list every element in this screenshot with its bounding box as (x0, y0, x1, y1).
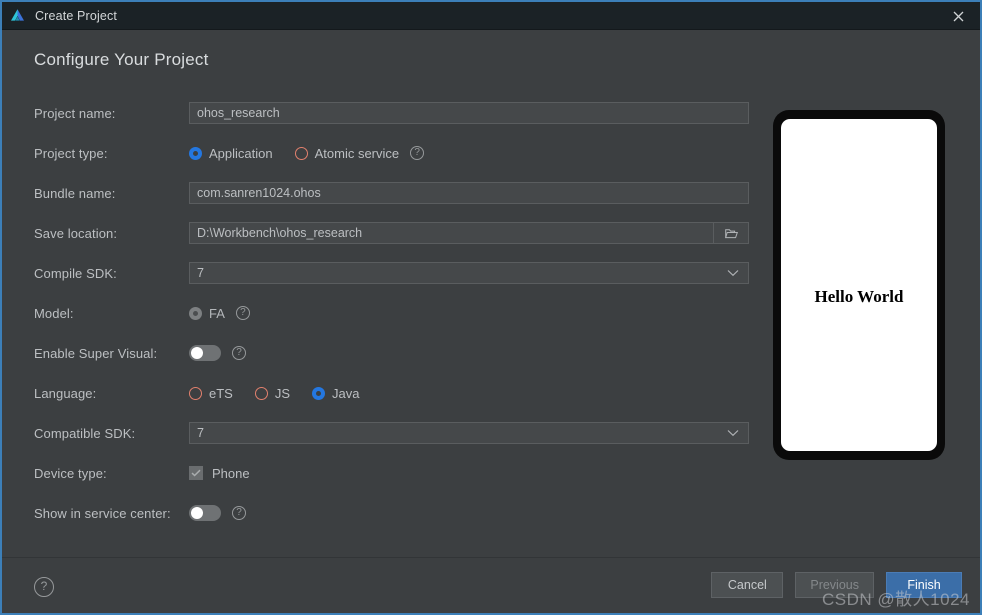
radio-label-java: Java (332, 385, 360, 401)
save-location-group (189, 222, 749, 244)
label-language: Language: (34, 385, 97, 401)
label-show-in-service-center: Show in service center: (34, 505, 171, 521)
checkbox-phone[interactable]: Phone (189, 466, 250, 481)
compatible-sdk-select[interactable]: 7 (189, 422, 749, 444)
device-preview-screen: Hello World (781, 119, 937, 451)
help-icon[interactable]: ? (34, 577, 54, 597)
deveco-logo-icon (9, 7, 26, 24)
radio-label-atomic-service: Atomic service (314, 145, 400, 161)
cancel-button[interactable]: Cancel (711, 572, 784, 598)
close-icon[interactable] (936, 2, 980, 30)
radio-atomic-service[interactable]: Atomic service (294, 145, 400, 161)
project-name-input[interactable] (189, 102, 749, 124)
bundle-name-input[interactable] (189, 182, 749, 204)
enable-super-visual-help-icon[interactable]: ? (232, 346, 246, 360)
dialog-footer: ? Cancel Previous Finish (2, 557, 980, 613)
footer-button-group: Cancel Previous Finish (699, 572, 962, 598)
row-bundle-name: Bundle name: (34, 182, 749, 204)
compile-sdk-value: 7 (197, 266, 204, 280)
row-language: Language: eTS JS Java (34, 382, 749, 404)
model-radio-group: FA (189, 306, 225, 321)
radio-dot-js (254, 386, 268, 400)
language-radio-group: eTS JS Java (189, 386, 359, 401)
radio-label-ets: eTS (209, 385, 233, 401)
toggle-knob (191, 507, 203, 519)
label-project-name: Project name: (34, 105, 116, 121)
save-location-input[interactable] (189, 222, 713, 244)
label-project-type: Project type: (34, 145, 108, 161)
label-compile-sdk: Compile SDK: (34, 265, 117, 281)
create-project-dialog: Create Project Configure Your Project Pr… (0, 0, 982, 615)
checkbox-box-phone (189, 466, 203, 480)
row-show-in-service-center: Show in service center: ? (34, 502, 749, 524)
radio-label-js: JS (274, 385, 291, 401)
radio-dot-application (189, 146, 202, 160)
dialog-body: Configure Your Project Project name: Pro… (2, 30, 980, 557)
model-help-icon[interactable]: ? (235, 306, 250, 320)
checkbox-label-phone: Phone (212, 465, 250, 481)
titlebar: Create Project (2, 2, 980, 30)
row-project-name: Project name: (34, 102, 749, 124)
row-enable-super-visual: Enable Super Visual: ? (34, 342, 749, 364)
chevron-down-icon (718, 423, 748, 443)
radio-dot-ets (189, 386, 202, 400)
project-form: Project name: Project type: Application (34, 102, 749, 542)
label-compatible-sdk: Compatible SDK: (34, 425, 136, 441)
enable-super-visual-toggle[interactable] (189, 345, 221, 361)
label-save-location: Save location: (34, 225, 118, 241)
radio-ets[interactable]: eTS (189, 386, 233, 401)
project-type-help-icon[interactable]: ? (410, 146, 425, 160)
row-device-type: Device type: Phone (34, 462, 749, 484)
radio-dot-java (312, 386, 326, 400)
label-enable-super-visual: Enable Super Visual: (34, 345, 158, 361)
radio-dot-fa (189, 306, 202, 320)
row-project-type: Project type: Application Atomic service… (34, 142, 749, 164)
radio-dot-atomic-service (294, 146, 308, 160)
window-title: Create Project (35, 8, 117, 23)
chevron-down-icon (718, 263, 748, 283)
radio-fa[interactable]: FA (189, 306, 225, 321)
row-model: Model: FA ? (34, 302, 749, 324)
compatible-sdk-value: 7 (197, 426, 204, 440)
radio-js[interactable]: JS (254, 385, 291, 401)
radio-java[interactable]: Java (312, 386, 359, 401)
show-in-service-center-toggle[interactable] (189, 505, 221, 521)
label-device-type: Device type: (34, 465, 107, 481)
radio-label-application: Application (209, 145, 273, 161)
row-compatible-sdk: Compatible SDK: 7 (34, 422, 749, 444)
device-preview-text: Hello World (814, 287, 904, 306)
label-model: Model: (34, 305, 74, 321)
finish-button[interactable]: Finish (886, 572, 962, 598)
device-preview: Hello World (773, 110, 945, 460)
folder-open-icon[interactable] (713, 222, 749, 244)
project-type-radio-group: Application Atomic service (189, 146, 399, 161)
radio-label-fa: FA (209, 305, 225, 321)
label-bundle-name: Bundle name: (34, 185, 116, 201)
toggle-knob (191, 347, 203, 359)
previous-button[interactable]: Previous (795, 572, 874, 598)
row-compile-sdk: Compile SDK: 7 (34, 262, 749, 284)
row-save-location: Save location: (34, 222, 749, 244)
page-title: Configure Your Project (34, 50, 209, 69)
radio-application[interactable]: Application (189, 146, 273, 161)
compile-sdk-select[interactable]: 7 (189, 262, 749, 284)
show-in-service-center-help-icon[interactable]: ? (232, 506, 246, 520)
